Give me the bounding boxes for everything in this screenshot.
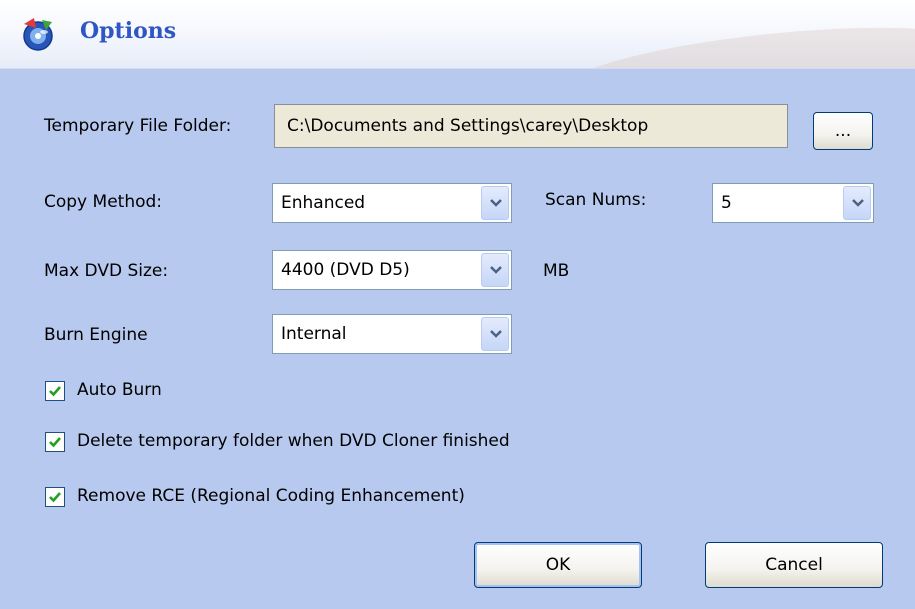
options-dialog: Options Temporary File Folder: C:\Docume… <box>0 0 915 609</box>
cancel-button[interactable]: Cancel <box>705 542 883 588</box>
scan-nums-dropdown-button[interactable] <box>843 186 871 220</box>
title-bar: Options <box>0 0 915 69</box>
remove-rce-checkbox[interactable] <box>45 487 65 507</box>
max-dvd-size-unit: MB <box>543 261 570 281</box>
ok-button[interactable]: OK <box>474 542 642 588</box>
auto-burn-label: Auto Burn <box>77 380 162 400</box>
copy-method-select[interactable]: Enhanced <box>272 183 512 223</box>
burn-engine-value: Internal <box>281 324 347 344</box>
checkmark-icon <box>49 437 61 448</box>
max-dvd-size-label: Max DVD Size: <box>44 261 169 281</box>
scan-nums-value: 5 <box>721 193 732 213</box>
chevron-down-icon <box>490 330 502 338</box>
remove-rce-label: Remove RCE (Regional Coding Enhancement) <box>77 486 465 506</box>
delete-temp-folder-checkbox[interactable] <box>45 432 65 452</box>
burn-engine-dropdown-button[interactable] <box>481 317 509 351</box>
chevron-down-icon <box>490 199 502 207</box>
copy-method-dropdown-button[interactable] <box>481 186 509 220</box>
max-dvd-size-select[interactable]: 4400 (DVD D5) <box>272 250 512 290</box>
delete-temp-folder-label: Delete temporary folder when DVD Cloner … <box>77 431 510 451</box>
dvd-cloner-app-icon <box>23 18 53 51</box>
window-title: Options <box>80 18 177 44</box>
checkmark-icon <box>49 492 61 503</box>
copy-method-label: Copy Method: <box>44 192 163 212</box>
max-dvd-size-dropdown-button[interactable] <box>481 253 509 287</box>
scan-nums-select[interactable]: 5 <box>712 183 874 223</box>
burn-engine-label: Burn Engine <box>44 325 148 345</box>
chevron-down-icon <box>490 266 502 274</box>
max-dvd-size-value: 4400 (DVD D5) <box>281 260 410 280</box>
browse-folder-button[interactable]: ... <box>813 112 873 150</box>
title-bar-decoration <box>557 12 915 68</box>
chevron-down-icon <box>852 199 864 207</box>
scan-nums-label: Scan Nums: <box>545 190 647 210</box>
temp-folder-field[interactable]: C:\Documents and Settings\carey\Desktop <box>274 104 788 148</box>
checkmark-icon <box>49 386 61 397</box>
copy-method-value: Enhanced <box>281 193 366 213</box>
burn-engine-select[interactable]: Internal <box>272 314 512 354</box>
auto-burn-checkbox[interactable] <box>45 381 65 401</box>
temp-folder-label: Temporary File Folder: <box>44 116 232 136</box>
